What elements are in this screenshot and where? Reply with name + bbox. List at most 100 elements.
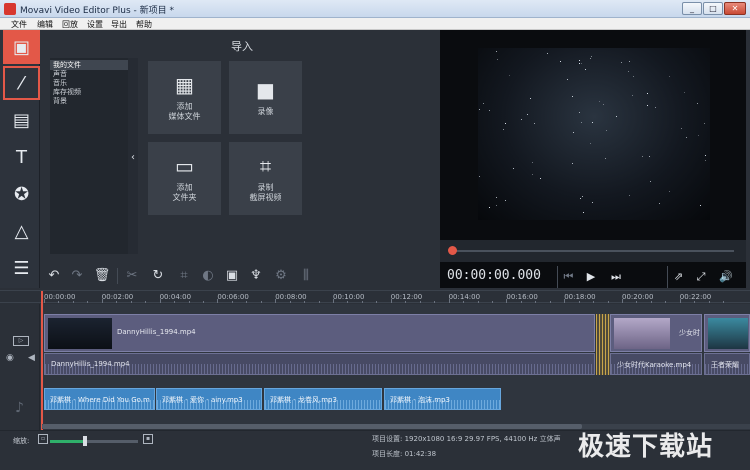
audio-clip[interactable]: 王者荣耀 xyxy=(704,353,750,375)
shapes-icon[interactable]: △ xyxy=(3,214,40,248)
fullscreen-icon[interactable]: ⤢ xyxy=(690,266,712,288)
scrollbar-thumb[interactable] xyxy=(42,424,582,429)
film-import-icon[interactable]: ▣ xyxy=(3,30,40,64)
export-icon[interactable]: ⇗ xyxy=(667,266,689,288)
progress-knob[interactable] xyxy=(448,246,457,255)
preview-star xyxy=(579,60,580,61)
ruler-tick xyxy=(174,301,176,303)
menu-list-icon[interactable]: ☰ xyxy=(3,251,40,285)
progress-track[interactable] xyxy=(452,250,734,252)
preview-star xyxy=(496,51,497,52)
ruler-time-label: 00:08:00 xyxy=(275,293,307,301)
preview-star xyxy=(629,195,630,196)
video-clip-name: 少女时 xyxy=(679,329,700,337)
play-icon[interactable]: ▶ xyxy=(580,266,602,288)
menu-edit[interactable]: 编辑 xyxy=(37,19,53,30)
track-volume-icon[interactable]: ◀ xyxy=(28,353,35,363)
add-folder-button[interactable]: ▭ 添加 文件夹 xyxy=(148,142,221,215)
ruler-tick xyxy=(434,301,436,303)
video-clip[interactable]: DannyHillis_1994.mp4 xyxy=(44,314,595,352)
equalizer-icon[interactable]: ⫼ xyxy=(295,264,317,288)
next-frame-icon[interactable]: ⏭ xyxy=(605,266,627,288)
ruler-tick xyxy=(44,299,45,303)
rotate-icon[interactable]: ↻ xyxy=(147,264,169,288)
ruler-time-label: 00:12:00 xyxy=(390,293,423,301)
screen-capture-button[interactable]: ⌗ 录制 截屏视频 xyxy=(229,142,302,215)
clip-thumbnail xyxy=(614,318,670,349)
volume-icon[interactable]: 🔊 xyxy=(715,266,737,288)
maximize-button[interactable]: □ xyxy=(703,2,723,15)
undo-icon[interactable]: ↶ xyxy=(43,264,65,288)
color-adjust-icon[interactable]: ◐ xyxy=(197,264,219,288)
prev-frame-icon[interactable]: ⏮ xyxy=(557,266,579,288)
redo-icon[interactable]: ↷ xyxy=(66,264,88,288)
zoom-out-icon[interactable]: ▫ xyxy=(38,434,48,444)
project-length: 项目长度: 01:42:38 xyxy=(372,450,437,458)
audio-clip[interactable]: 少女时代Karaoke.mp4 xyxy=(610,353,702,375)
titles-icon[interactable]: T xyxy=(3,140,40,174)
library-item-backgrounds[interactable]: 背景 xyxy=(53,96,67,106)
microphone-icon[interactable]: ♆ xyxy=(245,264,267,288)
screen-capture-label: 录制 截屏视频 xyxy=(249,182,282,202)
music-clip[interactable]: 邓紫棋 - 爱你 - ainy.mp3 xyxy=(156,388,262,410)
music-clip-name: 邓紫棋 - 泡沫.mp3 xyxy=(390,396,450,404)
ruler-time-label: 00:10:00 xyxy=(333,293,365,301)
preview-star xyxy=(704,123,705,124)
audio-clip-name: 王者荣耀 xyxy=(711,361,739,369)
preview-star xyxy=(581,63,582,64)
menu-settings[interactable]: 设置 xyxy=(87,19,103,30)
music-clip[interactable]: 邓紫棋 - Where Did You Go.m xyxy=(44,388,155,410)
preview-star xyxy=(573,132,574,133)
visibility-eye-icon[interactable]: ◉ xyxy=(6,353,14,363)
menu-file[interactable]: 文件 xyxy=(11,19,27,30)
settings-gear-icon[interactable]: ⚙ xyxy=(270,264,292,288)
preview-star xyxy=(698,135,699,136)
transitions-icon[interactable]: ▤ xyxy=(3,103,40,137)
zoom-slider-knob[interactable] xyxy=(83,436,88,446)
preview-star xyxy=(585,69,586,70)
minimize-button[interactable]: _ xyxy=(682,2,702,15)
add-media-icon: ▦ xyxy=(175,72,194,97)
app-window: Movavi Video Editor Plus - 新项目 * _ □ ✕ 文… xyxy=(0,0,750,470)
preview-star xyxy=(621,62,622,63)
add-media-files-button[interactable]: ▦ 添加 媒体文件 xyxy=(148,61,221,134)
music-clip[interactable]: 邓紫棋 - 龙卷风.mp3 xyxy=(264,388,382,410)
ruler-tick xyxy=(593,301,595,303)
ruler-tick xyxy=(636,301,638,303)
preview-star xyxy=(572,163,573,164)
zoom-in-icon[interactable]: ▪ xyxy=(143,434,153,444)
ruler-tick xyxy=(260,301,262,303)
menu-export[interactable]: 导出 xyxy=(111,19,127,30)
record-video-button[interactable]: ■ 录像 xyxy=(229,61,302,134)
menu-playback[interactable]: 回放 xyxy=(62,19,78,30)
import-title: 导入 xyxy=(231,40,253,53)
ruler-tick xyxy=(130,301,132,303)
crop-icon[interactable]: ⌗ xyxy=(173,264,195,288)
delete-icon[interactable]: 🗑 xyxy=(91,264,113,288)
ruler-tick xyxy=(159,299,161,303)
preview-star xyxy=(705,155,706,156)
video-clip-name: DannyHillis_1994.mp4 xyxy=(117,328,196,336)
preview-star xyxy=(582,196,583,197)
preview-star xyxy=(521,119,522,120)
menu-help[interactable]: 帮助 xyxy=(136,19,152,30)
transition-marker[interactable] xyxy=(596,314,610,375)
project-settings[interactable]: 项目设置: 1920x1080 16:9 29.97 FPS, 44100 Hz… xyxy=(372,434,561,444)
ruler-time-label: 00:06:00 xyxy=(217,293,249,301)
playhead[interactable] xyxy=(41,291,43,431)
picture-icon[interactable]: ▣ xyxy=(221,264,243,288)
audio-clip[interactable]: DannyHillis_1994.mp4 xyxy=(44,353,595,375)
magic-wand-icon[interactable]: ⁄ xyxy=(3,66,40,100)
preview-star xyxy=(655,107,656,108)
video-clip[interactable]: 少女时 xyxy=(610,314,702,352)
video-clip[interactable] xyxy=(704,314,750,352)
music-note-icon: ♪ xyxy=(15,400,24,416)
music-clip[interactable]: 邓紫棋 - 泡沫.mp3 xyxy=(384,388,501,410)
preview-video xyxy=(478,48,710,220)
zoom-slider[interactable] xyxy=(50,440,138,443)
ruler-tick xyxy=(376,301,378,303)
cut-icon[interactable]: ✂ xyxy=(121,264,143,288)
close-button[interactable]: ✕ xyxy=(724,2,746,15)
stickers-star-icon[interactable]: ✪ xyxy=(3,177,40,211)
collapse-panel-icon[interactable]: ‹ xyxy=(128,150,138,166)
